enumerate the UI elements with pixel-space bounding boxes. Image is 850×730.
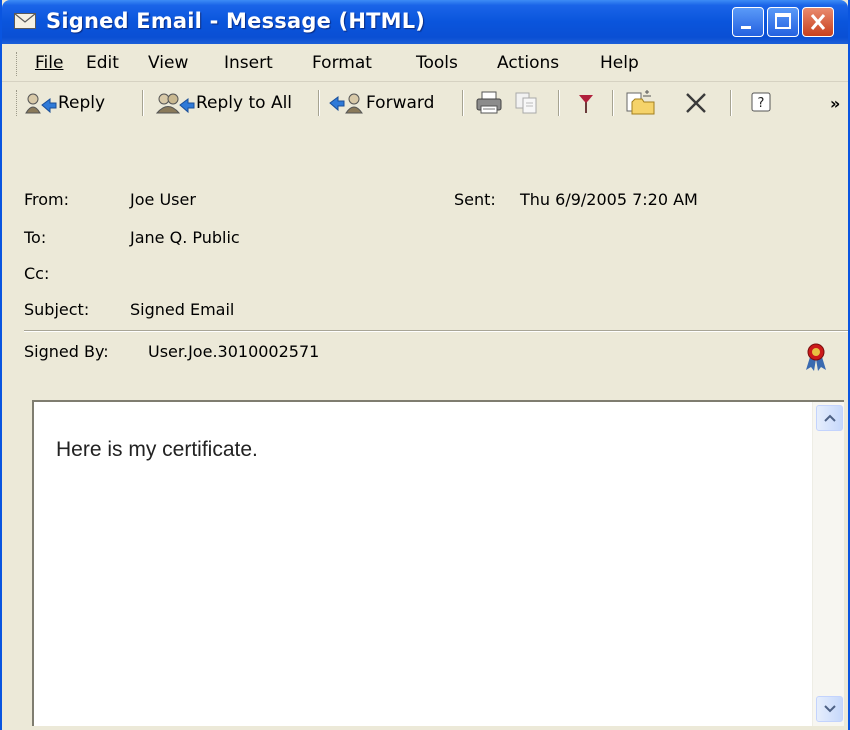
sent-value: Thu 6/9/2005 7:20 AM: [520, 190, 698, 209]
toolbar-grip[interactable]: [16, 90, 19, 116]
from-label: From:: [24, 190, 70, 209]
cc-label: Cc:: [24, 264, 50, 283]
maximize-button[interactable]: [767, 7, 799, 37]
from-value[interactable]: Joe User: [130, 190, 196, 209]
help-icon: ?: [751, 92, 771, 112]
reply-label: Reply: [58, 93, 106, 113]
reply-all-icon: [155, 93, 195, 114]
flag-icon: [579, 95, 593, 113]
signature-ribbon-icon[interactable]: [802, 342, 830, 372]
print-icon: [476, 91, 502, 114]
reply-button[interactable]: Reply: [22, 89, 105, 117]
menu-tools[interactable]: Tools: [416, 53, 458, 73]
message-window: Signed Email - Message (HTML) File Edit …: [0, 0, 850, 730]
signed-by-label: Signed By:: [24, 342, 109, 361]
maximize-icon: [775, 13, 791, 29]
title-bar[interactable]: Signed Email - Message (HTML): [2, 0, 848, 44]
standard-toolbar: Reply Reply to All Forward ? »: [2, 82, 848, 122]
reply-all-button[interactable]: Reply to All: [154, 89, 292, 117]
delete-icon: [686, 93, 706, 113]
forward-label: Forward: [366, 93, 435, 113]
vertical-scrollbar[interactable]: [812, 402, 844, 726]
menu-format[interactable]: Format: [312, 53, 372, 73]
toolbar-separator: [612, 90, 614, 116]
menu-insert[interactable]: Insert: [224, 53, 273, 73]
scroll-up-button[interactable]: [816, 405, 843, 431]
toolbar-separator: [558, 90, 560, 116]
signed-by-value: User.Joe.3010002571: [148, 342, 320, 361]
header-divider: [24, 330, 848, 332]
subject-value: Signed Email: [130, 300, 235, 319]
toolbar-separator: [318, 90, 320, 116]
toolbar-overflow-button[interactable]: »: [830, 89, 840, 117]
delete-button[interactable]: [682, 89, 710, 117]
help-button[interactable]: ?: [748, 89, 776, 117]
reply-all-label: Reply to All: [196, 93, 293, 113]
message-body[interactable]: Here is my certificate.: [32, 400, 844, 726]
sent-label: Sent:: [454, 190, 496, 209]
forward-button[interactable]: Forward: [328, 89, 434, 117]
window-title: Signed Email - Message (HTML): [46, 9, 426, 33]
move-folder-icon: [626, 90, 655, 115]
menu-edit[interactable]: Edit: [86, 53, 119, 73]
menu-help[interactable]: Help: [600, 53, 639, 73]
to-label: To:: [24, 228, 47, 247]
scroll-down-button[interactable]: [816, 696, 843, 722]
chevron-up-icon: [823, 414, 836, 422]
close-icon: [810, 14, 826, 30]
subject-label: Subject:: [24, 300, 90, 319]
minimize-button[interactable]: [732, 7, 764, 37]
copy-icon: [515, 92, 537, 114]
to-value[interactable]: Jane Q. Public: [130, 228, 240, 247]
move-to-folder-button[interactable]: [624, 89, 658, 117]
chevron-down-icon: [823, 705, 836, 713]
toolbar-separator: [462, 90, 464, 116]
svg-text:?: ?: [758, 96, 765, 111]
message-body-text: Here is my certificate.: [56, 438, 258, 461]
copy-button[interactable]: [512, 89, 542, 117]
toolbar-separator: [142, 90, 144, 116]
print-button[interactable]: [474, 89, 504, 117]
envelope-icon: [14, 13, 36, 29]
reply-icon: [25, 93, 57, 114]
menu-grip[interactable]: [16, 52, 19, 76]
close-button[interactable]: [802, 7, 834, 37]
minimize-icon: [741, 26, 751, 29]
menu-file[interactable]: File: [35, 53, 63, 73]
menu-view[interactable]: View: [148, 53, 188, 73]
forward-icon: [329, 93, 363, 114]
menu-bar: File Edit View Insert Format Tools Actio…: [2, 44, 848, 82]
toolbar-separator: [730, 90, 732, 116]
follow-up-flag-button[interactable]: [572, 89, 600, 117]
menu-actions[interactable]: Actions: [497, 53, 559, 73]
overflow-chevron-icon: »: [830, 93, 841, 113]
